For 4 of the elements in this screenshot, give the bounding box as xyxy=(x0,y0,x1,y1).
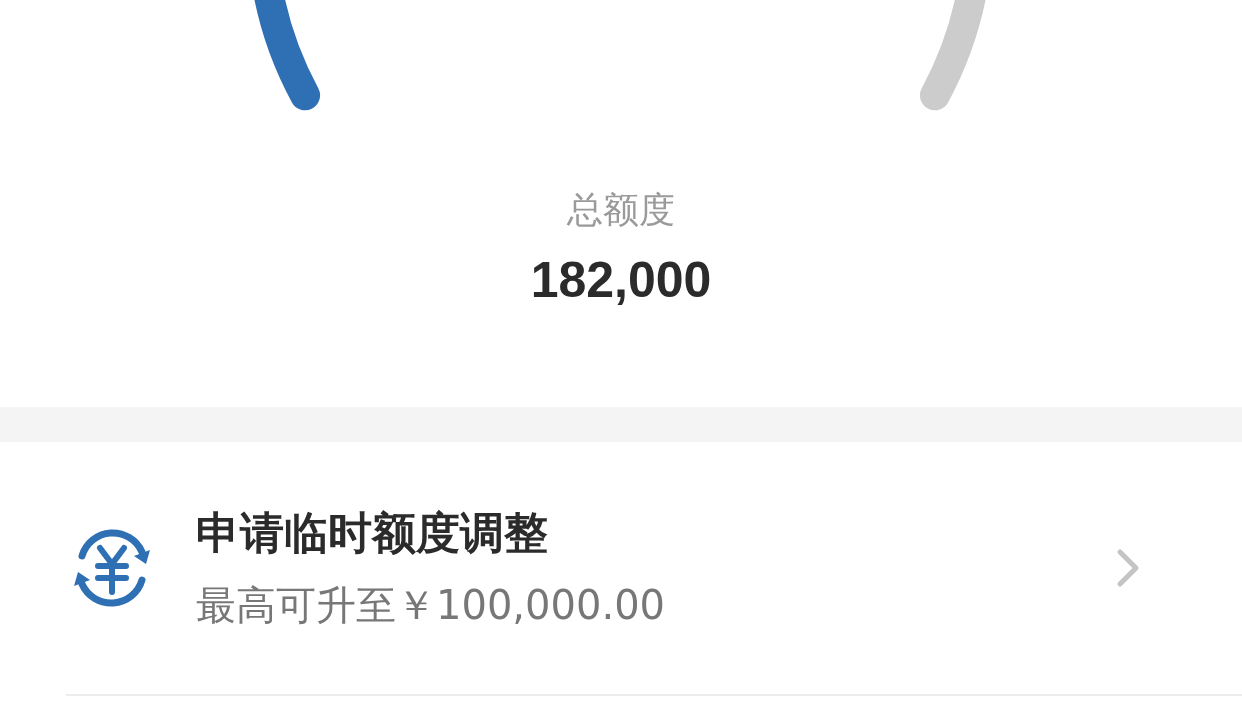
item-title: 申请临时额度调整 xyxy=(196,506,549,560)
item-subtitle: 最高可升至￥100,000.00 xyxy=(196,581,667,630)
total-label: 总额度 xyxy=(567,188,675,232)
total-value: 182,000 xyxy=(530,251,712,310)
